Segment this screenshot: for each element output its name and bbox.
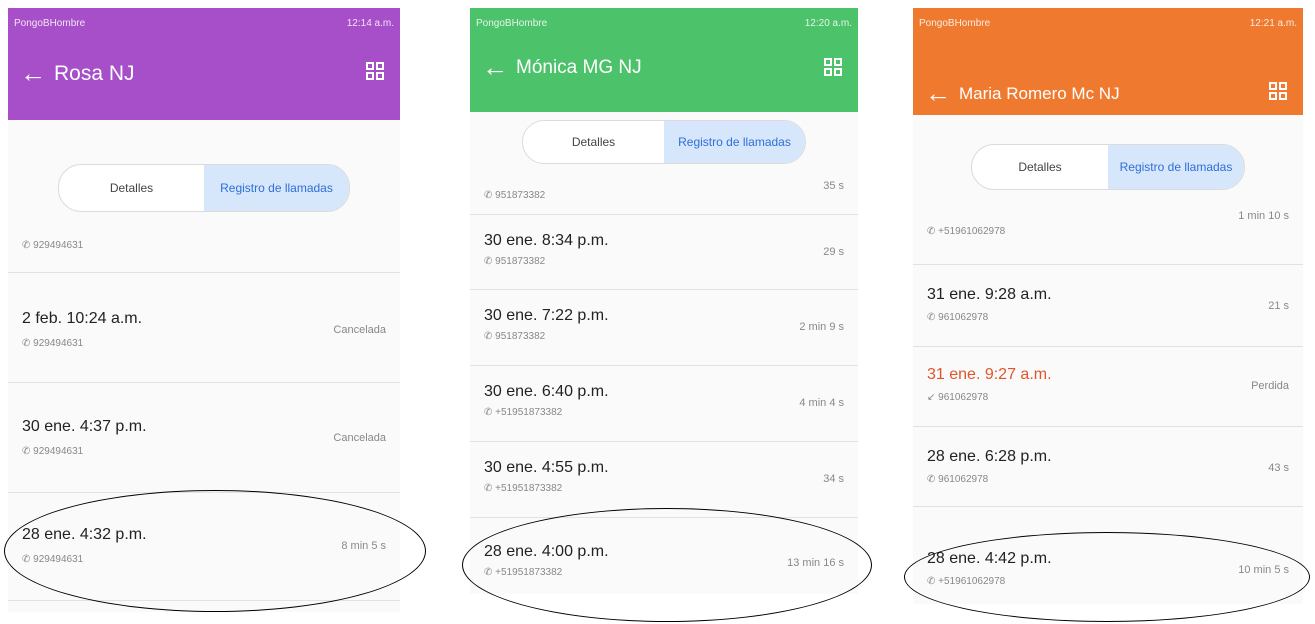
contact-name: Maria Romero Mc NJ xyxy=(959,84,1120,103)
phone-number: ✆ 929494631 xyxy=(22,240,84,251)
highlight-ellipse xyxy=(462,508,872,622)
contact-name: Rosa NJ xyxy=(54,62,135,85)
arrow-left-icon[interactable]: ← xyxy=(20,58,46,88)
qr-code-icon[interactable] xyxy=(366,62,384,80)
tab-registro-llamadas[interactable]: Registro de llamadas xyxy=(664,121,805,163)
highlight-ellipse xyxy=(4,490,426,612)
list-item[interactable]: 30 ene. 6:40 p.m. ✆ +51951873382 4 min 4… xyxy=(470,365,858,442)
phone-screen-monica: PongoBHombre 12:20 a.m. ← Mónica MG NJ D… xyxy=(470,8,858,594)
arrow-left-icon[interactable]: ← xyxy=(482,52,508,82)
call-datetime: 30 ene. 8:34 p.m. xyxy=(484,232,609,249)
tab-switcher: Detalles Registro de llamadas xyxy=(971,144,1245,190)
app-bar: PongoBHombre 12:20 a.m. ← Mónica MG NJ xyxy=(470,8,858,112)
list-item[interactable]: 2 feb. 10:24 a.m. ✆ 929494631 Cancelada xyxy=(8,272,400,383)
list-item[interactable]: 30 ene. 7:22 p.m. ✆ 951873382 2 min 9 s xyxy=(470,289,858,366)
call-duration: 2 min 9 s xyxy=(799,321,844,333)
call-duration: 1 min 10 s xyxy=(1238,210,1289,222)
list-item[interactable]: 30 ene. 4:37 p.m. ✆ 929494631 Cancelada xyxy=(8,382,400,493)
list-item[interactable]: ✆ 929494631 xyxy=(8,216,400,273)
phone-icon: ✆ xyxy=(484,407,496,418)
phone-number: ✆ 951873382 xyxy=(484,256,546,267)
tab-detalles[interactable]: Detalles xyxy=(523,121,664,163)
phone-icon: ✆ xyxy=(484,256,496,267)
phone-number: ✆ +51961062978 xyxy=(927,226,1006,237)
status-left: PongoBHombre xyxy=(919,18,991,29)
qr-code-icon[interactable] xyxy=(824,58,842,76)
call-duration: Cancelada xyxy=(333,432,386,444)
app-bar: PongoBHombre 12:21 a.m. ← Maria Romero M… xyxy=(913,8,1303,115)
tab-registro-llamadas[interactable]: Registro de llamadas xyxy=(1108,145,1244,189)
phone-icon: ✆ xyxy=(22,338,34,349)
call-datetime: 2 feb. 10:24 a.m. xyxy=(22,310,143,327)
call-duration: 29 s xyxy=(823,246,844,258)
list-item[interactable]: ✆ +51961062978 1 min 10 s xyxy=(913,192,1303,265)
highlight-ellipse xyxy=(904,532,1310,622)
phone-icon: ✆ xyxy=(484,331,496,342)
app-bar: PongoBHombre 12:14 a.m. ← Rosa NJ xyxy=(8,8,400,120)
list-item[interactable]: 30 ene. 4:55 p.m. ✆ +51951873382 34 s xyxy=(470,441,858,518)
phone-icon: ✆ xyxy=(927,312,939,323)
status-time: 12:14 a.m. xyxy=(346,18,394,29)
status-left: PongoBHombre xyxy=(476,18,548,29)
status-time: 12:20 a.m. xyxy=(804,18,852,29)
phone-icon: ✆ xyxy=(22,446,34,457)
phone-number: ✆ 961062978 xyxy=(927,312,989,323)
phone-number: ✆ +51951873382 xyxy=(484,483,563,494)
tab-detalles[interactable]: Detalles xyxy=(59,165,204,211)
phone-icon: ✆ xyxy=(484,483,496,494)
tab-detalles[interactable]: Detalles xyxy=(972,145,1108,189)
phone-number: ✆ 951873382 xyxy=(484,190,546,201)
call-datetime: 31 ene. 9:28 a.m. xyxy=(927,286,1052,303)
qr-code-icon[interactable] xyxy=(1269,82,1287,100)
contact-name: Mónica MG NJ xyxy=(516,57,642,78)
phone-number: ✆ 929494631 xyxy=(22,446,84,457)
call-duration: 4 min 4 s xyxy=(799,397,844,409)
status-time: 12:21 a.m. xyxy=(1249,18,1297,29)
call-duration: 21 s xyxy=(1268,300,1289,312)
status-bar: PongoBHombre 12:14 a.m. xyxy=(14,14,394,34)
phone-number: ✆ 929494631 xyxy=(22,338,84,349)
list-item[interactable]: 31 ene. 9:27 a.m. ↙ 961062978 Perdida xyxy=(913,346,1303,427)
call-duration: Cancelada xyxy=(333,324,386,336)
phone-icon: ✆ xyxy=(484,190,496,201)
status-bar: PongoBHombre 12:20 a.m. xyxy=(476,14,852,34)
call-datetime: 30 ene. 7:22 p.m. xyxy=(484,307,609,324)
call-duration: Perdida xyxy=(1251,380,1289,392)
missed-call-icon: ↙ xyxy=(927,392,939,403)
call-datetime: 31 ene. 9:27 a.m. xyxy=(927,366,1052,383)
phone-number: ↙ 961062978 xyxy=(927,392,989,403)
arrow-left-icon[interactable]: ← xyxy=(925,78,951,108)
call-datetime: 30 ene. 6:40 p.m. xyxy=(484,383,609,400)
call-datetime: 30 ene. 4:37 p.m. xyxy=(22,418,147,435)
list-item[interactable]: 28 ene. 6:28 p.m. ✆ 961062978 43 s xyxy=(913,426,1303,507)
phone-number: ✆ +51951873382 xyxy=(484,407,563,418)
tab-switcher: Detalles Registro de llamadas xyxy=(58,164,350,212)
list-item[interactable]: 30 ene. 8:34 p.m. ✆ 951873382 29 s xyxy=(470,214,858,290)
call-duration: 35 s xyxy=(823,180,844,192)
call-datetime: 30 ene. 4:55 p.m. xyxy=(484,459,609,476)
phone-screen-maria: PongoBHombre 12:21 a.m. ← Maria Romero M… xyxy=(913,8,1303,604)
call-datetime: 28 ene. 6:28 p.m. xyxy=(927,448,1052,465)
status-bar: PongoBHombre 12:21 a.m. xyxy=(919,14,1297,34)
phone-icon: ✆ xyxy=(22,240,34,251)
tab-registro-llamadas[interactable]: Registro de llamadas xyxy=(204,165,349,211)
call-duration: 34 s xyxy=(823,473,844,485)
status-left: PongoBHombre xyxy=(14,18,86,29)
tab-switcher: Detalles Registro de llamadas xyxy=(522,120,806,164)
phone-icon: ✆ xyxy=(927,474,939,485)
phone-icon: ✆ xyxy=(927,226,939,237)
list-item[interactable]: 31 ene. 9:28 a.m. ✆ 961062978 21 s xyxy=(913,264,1303,347)
call-duration: 43 s xyxy=(1268,462,1289,474)
list-item[interactable]: ✆ 951873382 35 s xyxy=(470,164,858,215)
phone-number: ✆ 951873382 xyxy=(484,331,546,342)
phone-number: ✆ 961062978 xyxy=(927,474,989,485)
